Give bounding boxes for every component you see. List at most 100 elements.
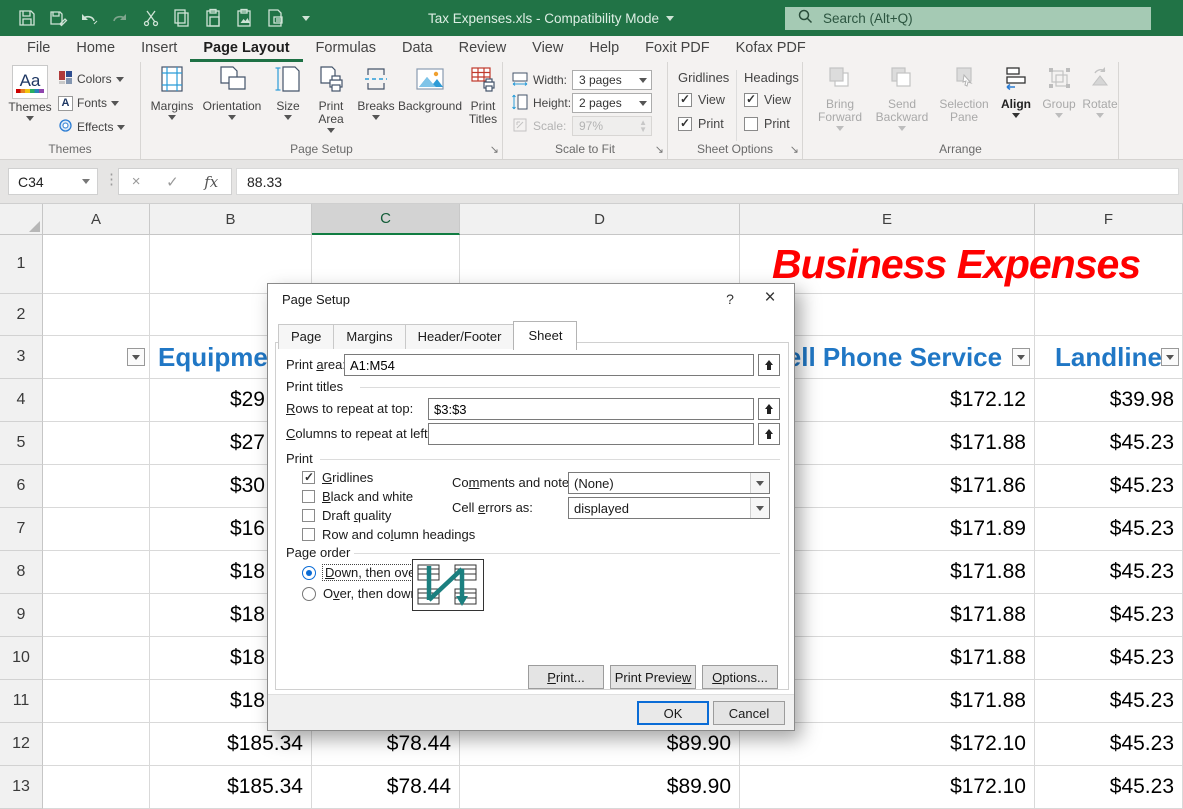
- redo-icon[interactable]: [109, 7, 131, 29]
- tab-view[interactable]: View: [519, 37, 576, 62]
- cell-F4[interactable]: $39.98: [1035, 379, 1183, 422]
- tab-data[interactable]: Data: [389, 37, 446, 62]
- column-header-F[interactable]: F: [1035, 204, 1183, 235]
- colors-button[interactable]: Colors: [58, 69, 124, 89]
- filter-dropdown-icon[interactable]: [1161, 348, 1179, 366]
- gridlines-view-checkbox[interactable]: View: [678, 93, 725, 107]
- over-then-down-radio[interactable]: Over, then down: [302, 586, 418, 601]
- name-box-dropdown-icon[interactable]: [82, 179, 90, 184]
- tab-review[interactable]: Review: [446, 37, 520, 62]
- insert-function-icon[interactable]: fx: [204, 173, 218, 191]
- group-button[interactable]: Group: [1039, 65, 1079, 118]
- draft-quality-checkbox[interactable]: Draft quality: [302, 508, 391, 523]
- column-header-D[interactable]: D: [460, 204, 740, 235]
- margins-button[interactable]: Margins: [147, 65, 197, 120]
- row-header-12[interactable]: 12: [0, 723, 43, 766]
- column-header-A[interactable]: A: [43, 204, 150, 235]
- options-button[interactable]: Options...: [702, 665, 778, 689]
- row-header-9[interactable]: 9: [0, 594, 43, 637]
- tab-kofax-pdf[interactable]: Kofax PDF: [723, 37, 819, 62]
- ok-button[interactable]: OK: [637, 701, 709, 725]
- rotate-button[interactable]: Rotate: [1081, 65, 1119, 118]
- effects-button[interactable]: Effects: [58, 117, 125, 137]
- tab-page-layout[interactable]: Page Layout: [190, 37, 302, 62]
- selection-pane-button[interactable]: Selection Pane: [935, 65, 993, 124]
- cell-A5[interactable]: [43, 422, 150, 465]
- background-button[interactable]: Background: [397, 65, 463, 113]
- cut-icon[interactable]: [140, 7, 162, 29]
- cell-F5[interactable]: $45.23: [1035, 422, 1183, 465]
- cell-B13[interactable]: $185.34: [150, 766, 312, 809]
- cell-A4[interactable]: [43, 379, 150, 422]
- cancel-entry-icon[interactable]: ×: [132, 173, 141, 190]
- print-area-input[interactable]: [345, 355, 753, 375]
- confirm-entry-icon[interactable]: ✓: [166, 173, 179, 191]
- row-header-7[interactable]: 7: [0, 508, 43, 551]
- cell-C13[interactable]: $78.44: [312, 766, 460, 809]
- row-header-8[interactable]: 8: [0, 551, 43, 594]
- down-then-over-radio[interactable]: Down, then over: [302, 565, 422, 580]
- tab-formulas[interactable]: Formulas: [303, 37, 389, 62]
- tab-insert[interactable]: Insert: [128, 37, 190, 62]
- cell-F12[interactable]: $45.23: [1035, 723, 1183, 766]
- cell-F11[interactable]: $45.23: [1035, 680, 1183, 723]
- send-backward-button[interactable]: Send Backward: [871, 65, 933, 131]
- dialog-help-button[interactable]: ?: [718, 288, 742, 310]
- formula-input[interactable]: [237, 169, 1178, 194]
- cell-A10[interactable]: [43, 637, 150, 680]
- cols-repeat-input[interactable]: [429, 424, 753, 444]
- save-as-icon[interactable]: [47, 7, 69, 29]
- cell-F13[interactable]: $45.23: [1035, 766, 1183, 809]
- cell-D13[interactable]: $89.90: [460, 766, 740, 809]
- dialog-close-icon[interactable]: ×: [756, 286, 784, 310]
- print-area-collapse-button[interactable]: [758, 354, 780, 376]
- cell-A3[interactable]: [43, 336, 150, 379]
- print-titles-button[interactable]: Print Titles: [463, 65, 503, 126]
- cell-F9[interactable]: $45.23: [1035, 594, 1183, 637]
- cell-A12[interactable]: [43, 723, 150, 766]
- orientation-button[interactable]: Orientation: [197, 65, 267, 120]
- rows-repeat-input[interactable]: [429, 399, 753, 419]
- bring-forward-button[interactable]: Bring Forward: [812, 65, 868, 131]
- select-all-corner[interactable]: [0, 204, 43, 235]
- row-header-1[interactable]: 1: [0, 235, 43, 294]
- column-header-B[interactable]: B: [150, 204, 312, 235]
- fonts-button[interactable]: A Fonts: [58, 93, 119, 113]
- row-header-11[interactable]: 11: [0, 680, 43, 723]
- print-preview-button[interactable]: Print Preview: [610, 665, 696, 689]
- headings-view-checkbox[interactable]: View: [744, 93, 791, 107]
- breaks-button[interactable]: Breaks: [355, 65, 397, 120]
- paste-icon[interactable]: [202, 7, 224, 29]
- copy-icon[interactable]: [171, 7, 193, 29]
- print-button[interactable]: Print...: [528, 665, 604, 689]
- gridlines-checkbox[interactable]: Gridlines: [302, 470, 373, 485]
- dialog-tab-header-footer[interactable]: Header/Footer: [405, 324, 515, 349]
- cols-repeat-collapse-button[interactable]: [758, 423, 780, 445]
- row-header-2[interactable]: 2: [0, 294, 43, 336]
- tab-file[interactable]: File: [14, 37, 63, 62]
- quick-print-icon[interactable]: [264, 7, 286, 29]
- title-dropdown-icon[interactable]: [666, 16, 674, 21]
- cell-F8[interactable]: $45.23: [1035, 551, 1183, 594]
- row-header-3[interactable]: 3: [0, 336, 43, 379]
- headings-print-checkbox[interactable]: Print: [744, 117, 790, 131]
- undo-icon[interactable]: [78, 7, 100, 29]
- row-header-13[interactable]: 13: [0, 766, 43, 809]
- tab-help[interactable]: Help: [576, 37, 632, 62]
- themes-button[interactable]: Aa Themes: [8, 65, 52, 121]
- search-input[interactable]: [823, 11, 1103, 26]
- cell-A6[interactable]: [43, 465, 150, 508]
- cell-F7[interactable]: $45.23: [1035, 508, 1183, 551]
- width-select[interactable]: 3 pages: [572, 70, 652, 90]
- cell-F3[interactable]: Landline: [1035, 336, 1183, 379]
- comments-notes-select[interactable]: (None): [568, 472, 770, 494]
- dialog-tab-sheet[interactable]: Sheet: [513, 321, 577, 350]
- name-box[interactable]: C34: [8, 168, 98, 195]
- cell-A7[interactable]: [43, 508, 150, 551]
- filter-dropdown-icon[interactable]: [1012, 348, 1030, 366]
- gridlines-print-checkbox[interactable]: Print: [678, 117, 724, 131]
- cell-A8[interactable]: [43, 551, 150, 594]
- cell-F6[interactable]: $45.23: [1035, 465, 1183, 508]
- cell-A11[interactable]: [43, 680, 150, 723]
- cell-F2[interactable]: [1035, 294, 1183, 336]
